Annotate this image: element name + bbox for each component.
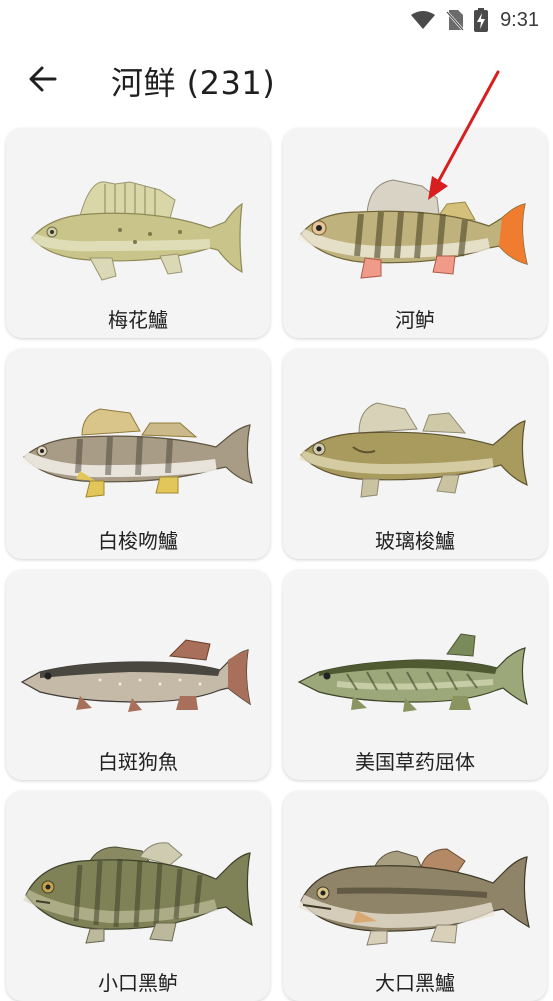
fish-grass-pickerel-image [297, 633, 528, 712]
page-title: 河鲜 (231) [111, 64, 276, 102]
fish-perch-image [298, 179, 528, 279]
fish-name: 白梭吻鱸 [98, 529, 178, 553]
fish-northern-pike-image [20, 639, 251, 712]
fish-card[interactable]: 美国草药屈体 [283, 570, 547, 780]
fish-card[interactable]: 玻璃梭鱸 [283, 349, 547, 559]
fish-zander-image [21, 408, 253, 498]
fish-grid: 梅花鱸 河鲈 白梭吻鱸 玻璃梭鱸 白斑狗魚 美国草药屈体 小口黑鲈 大口黑鱸 [6, 128, 547, 1001]
fish-smallmouth-bass-image [23, 842, 253, 944]
fish-ruffe-image [30, 181, 243, 281]
fish-name: 玻璃梭鱸 [375, 529, 455, 553]
clock: 9:31 [500, 8, 539, 31]
fish-name: 白斑狗魚 [98, 750, 178, 774]
fish-card[interactable]: 河鲈 [283, 128, 547, 338]
arrow-left-icon [29, 66, 57, 96]
fish-name: 大口黑鱸 [375, 971, 455, 995]
app-bar: 河鲜 (231) [0, 40, 553, 122]
back-button[interactable] [13, 51, 73, 111]
fish-name: 河鲈 [395, 308, 435, 332]
fish-name: 美国草药屈体 [355, 750, 475, 774]
fish-card[interactable]: 白斑狗魚 [6, 570, 270, 780]
fish-card[interactable]: 白梭吻鱸 [6, 349, 270, 559]
fish-largemouth-bass-image [297, 848, 530, 946]
battery-charging-icon [474, 8, 489, 32]
no-sim-icon [446, 9, 464, 31]
fish-card[interactable]: 大口黑鱸 [283, 791, 547, 1001]
fish-name: 小口黑鲈 [98, 971, 178, 995]
fish-card[interactable]: 小口黑鲈 [6, 791, 270, 1001]
wifi-icon [410, 10, 436, 30]
status-bar: 9:31 [0, 0, 553, 40]
fish-name: 梅花鱸 [108, 308, 168, 332]
fish-card[interactable]: 梅花鱸 [6, 128, 270, 338]
fish-walleye-image [299, 402, 528, 498]
